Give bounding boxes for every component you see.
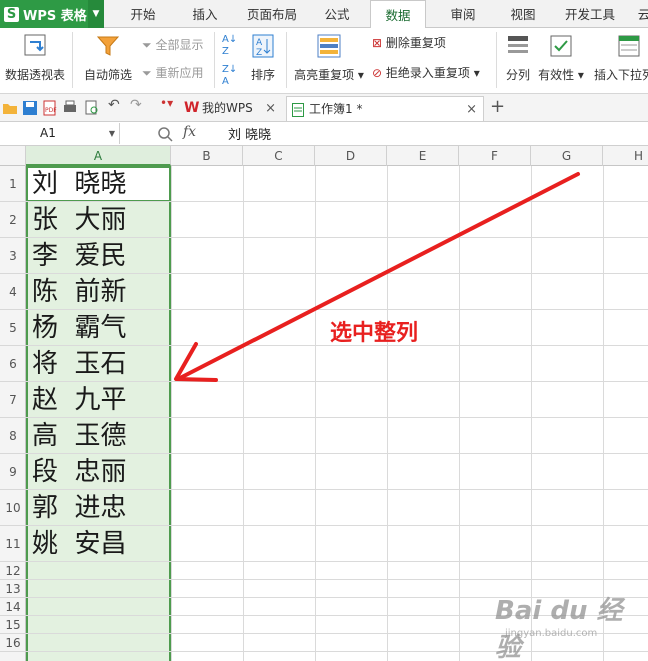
wps-logo-icon: S: [4, 6, 19, 22]
remove-duplicates-icon: ⊠: [372, 36, 383, 50]
svg-text:A: A: [256, 38, 263, 48]
close-icon[interactable]: ×: [466, 97, 477, 122]
pivot-table-label: 数据透视表: [4, 68, 65, 82]
annotation-text: 选中整列: [330, 321, 419, 346]
chevron-down-icon[interactable]: ▼: [109, 123, 115, 144]
insert-dropdown-list-button[interactable]: 插入下拉列: [594, 34, 648, 83]
tab-insert[interactable]: 插入: [190, 0, 220, 28]
validity-check-icon: [550, 35, 572, 57]
cell-reference: A1: [40, 126, 56, 140]
autofilter-label: 自动筛选: [83, 68, 132, 82]
quick-access-toolbar: PDF ↶ ↷ •▾ W 我的WPS × 工作簿1 * × +: [0, 94, 648, 122]
tab-formula[interactable]: 公式: [322, 0, 352, 28]
redo-icon[interactable]: ↷: [130, 97, 146, 113]
svg-text:Z: Z: [256, 48, 262, 58]
chevron-down-icon: ▾: [473, 66, 480, 80]
spreadsheet-file-icon: [292, 103, 304, 117]
pivot-table-button[interactable]: 数据透视表: [2, 34, 68, 83]
sort-label: 排序: [250, 68, 275, 82]
name-box[interactable]: A1 ▼: [0, 123, 120, 144]
ribbon-divider: [496, 32, 497, 88]
customize-toolbar-icon[interactable]: •▾: [160, 96, 176, 112]
insert-dropdown-list-label: 插入下拉列: [594, 68, 648, 82]
pivot-table-icon: [24, 34, 46, 56]
sort-descending-icon[interactable]: Z↓ A: [222, 64, 242, 88]
tab-developer[interactable]: 开发工具: [562, 0, 618, 28]
watermark-url: jingyan.baidu.com: [505, 628, 598, 639]
tab-data[interactable]: 数据: [370, 0, 426, 29]
new-tab-plus-icon[interactable]: +: [490, 96, 505, 117]
print-icon[interactable]: [62, 100, 78, 116]
ribbon-divider: [214, 32, 215, 88]
ribbon-divider: [72, 32, 73, 88]
highlight-duplicates-button[interactable]: 高亮重复项 ▾: [290, 34, 368, 83]
wps-w-logo-icon: W: [184, 100, 200, 116]
ribbon-tab-bar: S WPS 表格 ▼ 开始 插入 页面布局 公式 数据 审阅 视图 开发工具 云: [0, 0, 648, 29]
validity-label: 有效性 ▾: [538, 68, 584, 82]
split-columns-icon: [508, 36, 528, 53]
highlight-duplicates-label: 高亮重复项 ▾: [294, 68, 364, 82]
highlight-duplicates-icon: [317, 34, 341, 58]
tab-cloud[interactable]: 云: [634, 0, 648, 28]
doc-tab-my-wps[interactable]: W 我的WPS ×: [180, 96, 282, 121]
funnel-small-icon: ⏷: [142, 38, 152, 52]
sort-button[interactable]: A Z 排序: [246, 34, 280, 83]
split-columns-button[interactable]: 分列: [502, 34, 534, 83]
validity-button[interactable]: 有效性 ▾: [538, 34, 584, 83]
doc-tab-label: 我的WPS: [202, 101, 253, 115]
tab-view[interactable]: 视图: [508, 0, 538, 28]
dropdown-list-icon: [618, 35, 640, 57]
app-menu-dropdown-icon[interactable]: ▼: [88, 0, 104, 28]
svg-text:PDF: PDF: [45, 107, 57, 114]
sort-ascending-icon[interactable]: A↓ Z: [222, 34, 242, 58]
tab-review[interactable]: 审阅: [448, 0, 478, 28]
reapply-button[interactable]: ⏷ 重新应用: [142, 64, 203, 81]
fx-icon[interactable]: fx: [183, 124, 196, 140]
remove-duplicates-button[interactable]: ⊠ 删除重复项: [372, 34, 446, 51]
app-title: WPS 表格: [23, 8, 87, 24]
reject-duplicates-label: 拒绝录入重复项: [385, 66, 470, 80]
open-folder-icon[interactable]: [2, 100, 18, 116]
filter-funnel-icon: [96, 36, 120, 56]
spreadsheet-grid: A B C D E F G H 1 2 3 4 5 6 7 8 9 10 11 12 13 14 15 16 …: [0, 146, 648, 661]
search-zoom-icon[interactable]: [157, 126, 173, 142]
reject-duplicates-button[interactable]: ⊘ 拒绝录入重复项 ▾: [372, 64, 480, 81]
ribbon-data-panel: 数据透视表 自动筛选 ⏷ 全部显示 ⏷ 重新应用 A↓ Z Z↓ A A Z 排序: [0, 28, 648, 94]
autofilter-button[interactable]: 自动筛选: [80, 34, 136, 83]
split-columns-label: 分列: [505, 68, 530, 82]
save-icon[interactable]: [22, 100, 38, 116]
funnel-small-icon: ⏷: [142, 66, 152, 80]
tab-page-layout[interactable]: 页面布局: [244, 0, 300, 28]
annotation-arrow: [174, 172, 580, 382]
close-icon[interactable]: ×: [265, 96, 276, 121]
doc-tab-label: 工作簿1 *: [309, 102, 363, 116]
ribbon-divider: [286, 32, 287, 88]
show-all-button[interactable]: ⏷ 全部显示: [142, 36, 203, 53]
doc-tab-workbook1[interactable]: 工作簿1 * ×: [286, 96, 484, 121]
tab-home[interactable]: 开始: [128, 0, 158, 28]
sort-az-icon: A Z: [252, 34, 274, 58]
print-preview-icon[interactable]: [84, 100, 100, 116]
formula-bar: A1 ▼ fx 刘 晓晓: [0, 122, 648, 146]
undo-icon[interactable]: ↶: [108, 97, 124, 113]
reapply-label: 重新应用: [155, 66, 204, 80]
app-menu-button[interactable]: S WPS 表格 ▼: [0, 0, 104, 28]
remove-duplicates-label: 删除重复项: [385, 36, 446, 50]
show-all-label: 全部显示: [155, 38, 204, 52]
export-pdf-icon[interactable]: PDF: [42, 100, 58, 116]
formula-input[interactable]: 刘 晓晓: [228, 124, 271, 143]
baidu-watermark: Bai du 经验: [495, 596, 623, 661]
reject-duplicates-icon: ⊘: [372, 66, 383, 80]
